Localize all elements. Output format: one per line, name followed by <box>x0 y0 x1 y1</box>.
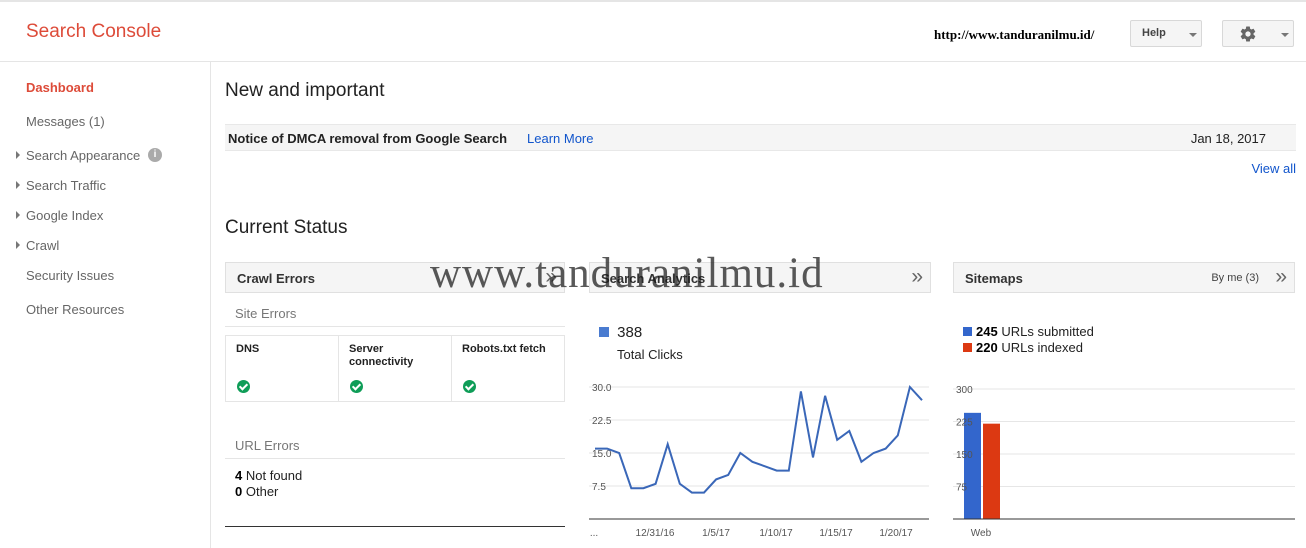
not-found-stat[interactable]: 4 Not found <box>235 468 302 483</box>
sitemaps-filter[interactable]: By me (3) <box>1211 272 1259 284</box>
divider <box>225 526 565 527</box>
y-tick-label: 300 <box>956 385 973 396</box>
clicks-series-line <box>595 384 923 494</box>
x-tick-label: 1/20/17 <box>879 528 913 539</box>
expand-arrow-icon[interactable] <box>16 211 20 219</box>
crawl-errors-header[interactable]: Crawl Errors » <box>225 262 565 293</box>
dns-label: DNS <box>236 343 260 355</box>
x-tick-label: 1/10/17 <box>759 528 793 539</box>
x-tick-label: 12/31/16 <box>636 528 675 539</box>
bar-urls-submitted <box>964 412 981 519</box>
other-stat[interactable]: 0 Other <box>235 484 278 499</box>
urls-submitted-count: 245 <box>976 324 998 339</box>
robots-fetch-cell[interactable]: Robots.txt fetch <box>451 335 565 402</box>
not-found-label: Not found <box>245 468 303 483</box>
sitemaps-header[interactable]: Sitemaps By me (3) » <box>953 262 1295 293</box>
series-swatch <box>599 327 609 337</box>
notice-row[interactable]: Notice of DMCA removal from Google Searc… <box>225 124 1296 151</box>
check-icon <box>350 380 363 393</box>
notice-title[interactable]: Notice of DMCA removal from Google Searc… <box>228 131 507 146</box>
sidebar-item-google-index[interactable]: Google Index <box>26 208 103 223</box>
robots-fetch-label: Robots.txt fetch <box>462 343 546 355</box>
double-chevron-right-icon[interactable]: » <box>1275 266 1287 287</box>
sitemaps-title: Sitemaps <box>965 271 1023 286</box>
dns-status-cell[interactable]: DNS <box>225 335 339 402</box>
x-tick-label: 1/15/17 <box>819 528 853 539</box>
chevron-down-icon <box>1281 33 1289 37</box>
sidebar-item-crawl[interactable]: Crawl <box>26 238 59 253</box>
y-tick-label: 75 <box>956 483 968 494</box>
sidebar-item-messages[interactable]: Messages (1) <box>26 114 105 129</box>
search-analytics-title: Search Analytics <box>601 271 706 286</box>
urls-indexed-stat: 220 URLs indexed <box>963 340 1083 355</box>
server-connectivity-cell[interactable]: Server connectivity <box>338 335 452 402</box>
other-label: Other <box>245 484 279 499</box>
crawl-errors-title: Crawl Errors <box>237 271 316 286</box>
total-clicks-label: Total Clicks <box>617 347 683 362</box>
total-clicks-value: 388 <box>617 324 643 341</box>
sidebar-item-search-appearance[interactable]: Search Appearance <box>26 148 140 163</box>
divider <box>225 458 565 459</box>
not-found-count: 4 <box>235 468 243 483</box>
search-console-logo[interactable]: Search Console <box>26 21 161 43</box>
site-errors-label: Site Errors <box>235 306 297 321</box>
sidebar-item-search-traffic[interactable]: Search Traffic <box>26 178 106 193</box>
notice-date: Jan 18, 2017 <box>1190 131 1266 146</box>
double-chevron-right-icon[interactable]: » <box>545 266 557 287</box>
y-tick-label: 7.5 <box>592 482 606 493</box>
help-button[interactable]: Help <box>1130 20 1202 47</box>
y-tick-label: 22.5 <box>592 416 612 427</box>
urls-submitted-stat: 245 URLs submitted <box>963 324 1094 339</box>
check-icon <box>237 380 250 393</box>
site-selector[interactable]: http://www.tanduranilmu.id/ <box>934 27 1094 43</box>
expand-arrow-icon[interactable] <box>16 181 20 189</box>
view-all-link[interactable]: View all <box>1251 161 1296 176</box>
urls-indexed-count: 220 <box>976 340 998 355</box>
total-clicks-stat: 388 <box>599 324 642 341</box>
server-connectivity-label: Server connectivity <box>349 343 414 368</box>
settings-button[interactable] <box>1222 20 1294 47</box>
bar-urls-indexed <box>983 423 1000 519</box>
series-swatch <box>963 327 972 336</box>
sidebar: Dashboard Messages (1) Search Appearance… <box>0 62 211 548</box>
urls-submitted-label: URLs submitted <box>1001 324 1094 339</box>
urls-indexed-label: URLs indexed <box>1001 340 1083 355</box>
divider <box>225 326 565 327</box>
expand-arrow-icon[interactable] <box>16 241 20 249</box>
y-tick-label: 150 <box>956 450 973 461</box>
gear-icon <box>1240 26 1256 42</box>
x-tick-label: 1/5/17 <box>702 528 730 539</box>
sidebar-item-other-resources[interactable]: Other Resources <box>26 302 124 317</box>
sitemaps-bar-chart[interactable]: 300 225 150 75 Web <box>953 378 1295 540</box>
x-tick-label: ... <box>590 528 598 539</box>
clicks-line-chart[interactable]: 30.0 22.5 15.0 7.5... 12/31/16 1/5/17 1/10/17 1… <box>589 378 931 540</box>
other-count: 0 <box>235 484 243 499</box>
y-tick-label: 15.0 <box>592 449 612 460</box>
info-icon[interactable]: i <box>148 148 162 162</box>
expand-arrow-icon[interactable] <box>16 151 20 159</box>
y-tick-label: 225 <box>956 418 973 429</box>
sidebar-item-dashboard[interactable]: Dashboard <box>26 80 94 95</box>
help-button-label: Help <box>1142 27 1166 39</box>
y-tick-label: 30.0 <box>592 383 612 394</box>
x-tick-label: Web <box>971 528 992 539</box>
url-errors-label: URL Errors <box>235 438 300 453</box>
search-analytics-header[interactable]: Search Analytics » <box>589 262 931 293</box>
new-and-important-heading: New and important <box>225 80 385 101</box>
top-header: Search Console http://www.tanduranilmu.i… <box>0 0 1306 62</box>
chevron-down-icon <box>1189 33 1197 37</box>
current-status-heading: Current Status <box>225 217 348 238</box>
series-swatch <box>963 343 972 352</box>
sidebar-item-security-issues[interactable]: Security Issues <box>26 268 114 283</box>
learn-more-link[interactable]: Learn More <box>527 131 593 146</box>
check-icon <box>463 380 476 393</box>
double-chevron-right-icon[interactable]: » <box>911 266 923 287</box>
